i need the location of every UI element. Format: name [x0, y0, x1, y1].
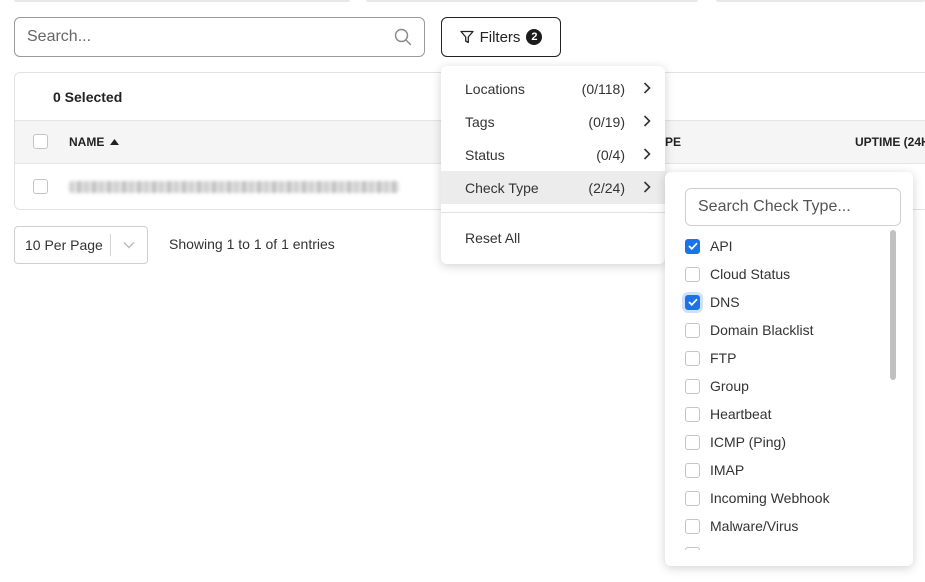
chevron-right-icon [643, 82, 651, 94]
menu-item-count: (0/19) [588, 113, 625, 130]
option-label: FTP [710, 350, 737, 366]
check-type-option-malware-virus[interactable]: Malware/Virus [685, 516, 798, 536]
check-type-search-input[interactable] [685, 188, 901, 226]
chevron-right-icon [643, 181, 651, 193]
check-type-option-api[interactable]: API [685, 236, 733, 256]
check-type-option-cloud-status[interactable]: Cloud Status [685, 264, 790, 284]
option-label: Cloud Status [710, 266, 791, 282]
option-checkbox[interactable] [685, 434, 700, 450]
blurred-check-name [69, 181, 399, 193]
select-all-checkbox[interactable] [33, 134, 48, 149]
check-type-option-icmp[interactable]: ICMP (Ping) [685, 432, 786, 452]
search-input[interactable] [27, 28, 394, 46]
search-icon[interactable] [394, 28, 412, 46]
option-checkbox[interactable] [685, 266, 700, 282]
filter-menu-item-status[interactable]: Status (0/4) [441, 138, 665, 171]
top-tab-strip [0, 0, 925, 3]
menu-item-label: Tags [465, 113, 495, 130]
option-label: DNS [710, 294, 740, 310]
option-label: ICMP (Ping) [710, 434, 786, 450]
per-page-select[interactable]: 10 Per Page [14, 226, 148, 264]
check-type-option-imap[interactable]: IMAP [685, 460, 744, 480]
filter-menu-item-check-type[interactable]: Check Type (2/24) [441, 171, 665, 204]
option-checkbox[interactable] [685, 546, 700, 550]
option-checkbox[interactable] [685, 462, 700, 478]
option-checkbox[interactable] [685, 518, 700, 534]
filters-count-badge: 2 [526, 29, 543, 45]
check-type-option-partial[interactable] [685, 544, 700, 550]
filters-button[interactable]: Filters 2 [441, 17, 561, 57]
option-label: Group [710, 378, 749, 394]
chevron-down-icon [111, 241, 147, 249]
check-type-option-dns[interactable]: DNS [685, 292, 740, 312]
filter-icon [459, 30, 474, 44]
reset-all-button[interactable]: Reset All [441, 221, 665, 254]
option-checkbox[interactable] [685, 238, 700, 254]
row-checkbox[interactable] [33, 179, 48, 194]
check-type-option-heartbeat[interactable]: Heartbeat [685, 404, 771, 424]
option-label: API [710, 238, 733, 254]
entries-info: Showing 1 to 1 of 1 entries [169, 236, 335, 252]
menu-divider [441, 212, 665, 213]
option-label: IMAP [710, 462, 745, 478]
menu-item-count: (2/24) [588, 179, 625, 196]
filter-menu-item-tags[interactable]: Tags (0/19) [441, 105, 665, 138]
option-checkbox[interactable] [685, 294, 700, 310]
option-checkbox[interactable] [685, 322, 700, 338]
sort-ascending-icon [110, 139, 120, 145]
menu-item-label: Check Type [465, 179, 539, 196]
option-label: Heartbeat [710, 406, 772, 422]
option-checkbox[interactable] [685, 406, 700, 422]
menu-item-label: Status [465, 146, 505, 163]
check-type-option-ftp[interactable]: FTP [685, 348, 736, 368]
per-page-value: 10 Per Page [25, 237, 103, 253]
column-uptime-header[interactable]: UPTIME (24H [855, 135, 925, 149]
option-checkbox[interactable] [685, 378, 700, 394]
search-box[interactable] [14, 17, 425, 57]
option-label: Domain Blacklist [710, 322, 814, 338]
option-label: Incoming Webhook [710, 490, 830, 506]
menu-item-count: (0/4) [596, 146, 625, 163]
column-name-header[interactable]: NAME [69, 135, 120, 149]
option-label: Malware/Virus [710, 518, 799, 534]
checkmark-icon [687, 242, 698, 250]
filter-menu: Locations (0/118) Tags (0/19) Status (0/… [441, 66, 665, 264]
option-checkbox[interactable] [685, 350, 700, 366]
menu-item-count: (0/118) [581, 80, 625, 97]
page: Filters 2 0 Selected NAME PE UPTIME (24H… [0, 0, 925, 582]
chevron-right-icon [643, 148, 651, 160]
selected-count: 0 Selected [53, 88, 123, 105]
check-type-option-group[interactable]: Group [685, 376, 749, 396]
checkmark-icon [687, 298, 698, 306]
column-name-label: NAME [69, 135, 105, 149]
check-type-option-incoming-webhook[interactable]: Incoming Webhook [685, 488, 830, 508]
check-type-option-domain-blacklist[interactable]: Domain Blacklist [685, 320, 813, 340]
chevron-right-icon [643, 115, 651, 127]
option-checkbox[interactable] [685, 490, 700, 506]
reset-all-label: Reset All [465, 229, 521, 246]
menu-item-label: Locations [465, 80, 525, 97]
check-type-list: API Cloud Status DNS Domain Blacklist FT… [665, 232, 913, 550]
filter-menu-item-locations[interactable]: Locations (0/118) [441, 72, 665, 105]
filters-label: Filters [479, 28, 521, 46]
column-type-header[interactable]: PE [665, 135, 681, 149]
check-type-submenu: API Cloud Status DNS Domain Blacklist FT… [665, 172, 913, 566]
